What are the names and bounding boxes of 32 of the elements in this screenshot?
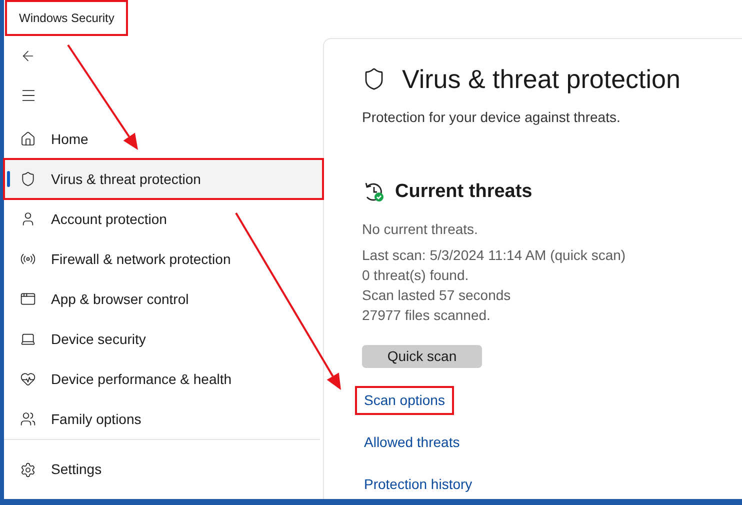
link[interactable]: Scan options — [355, 386, 454, 415]
page-title: Virus & threat protection — [402, 63, 680, 95]
nav-item[interactable]: App & browser control — [4, 279, 323, 320]
status-text: Last scan: 5/3/2024 11:14 AM (quick scan) — [362, 246, 627, 264]
settings-icon — [20, 462, 36, 478]
history-check-icon — [363, 181, 385, 204]
link[interactable]: Allowed threats — [355, 428, 469, 457]
nav-icon — [20, 211, 36, 228]
selection-indicator — [7, 171, 10, 188]
window-title: Windows Security — [5, 0, 128, 36]
nav-item[interactable]: Account protection — [4, 199, 323, 240]
status-text: 27977 files scanned. — [362, 306, 492, 324]
quick-scan-button[interactable]: Quick scan — [362, 344, 482, 368]
nav-item[interactable]: Family options — [4, 399, 323, 440]
nav-item[interactable]: Device security — [4, 319, 323, 360]
link[interactable]: Protection history — [355, 470, 482, 499]
status-text: No current threats. — [362, 220, 479, 238]
nav-item[interactable]: Virus & threat protection — [4, 159, 323, 200]
nav-item[interactable]: Firewall & network protection — [4, 239, 323, 280]
nav-item[interactable]: Home — [4, 119, 323, 160]
nav-icon — [20, 371, 36, 388]
section-title: Current threats — [395, 180, 532, 204]
settings-item[interactable]: Settings — [4, 440, 323, 499]
nav-icon — [20, 131, 36, 148]
nav-icon — [20, 171, 36, 188]
nav-icon — [20, 291, 36, 308]
status-text: Scan lasted 57 seconds — [362, 286, 512, 304]
status-text: 0 threat(s) found. — [362, 266, 470, 284]
nav-icon — [20, 331, 36, 348]
nav-item[interactable]: Device performance & health — [4, 359, 323, 400]
nav-icon — [20, 411, 36, 428]
page-description: Protection for your device against threats. — [362, 108, 622, 127]
